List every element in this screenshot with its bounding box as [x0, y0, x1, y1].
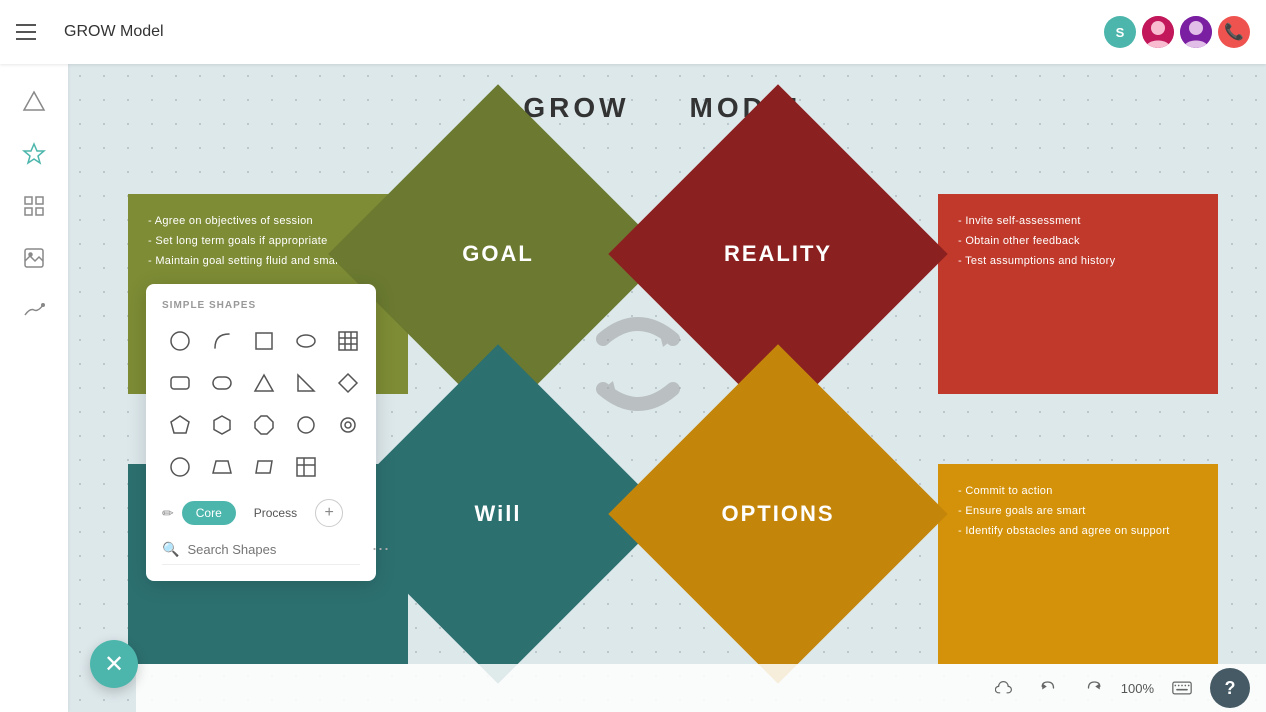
- tab-process[interactable]: Process: [240, 501, 311, 525]
- shapes-tabs: ✏ Core Process +: [162, 499, 360, 527]
- tab-draw-icon: ✏: [162, 505, 174, 522]
- shape-circle[interactable]: [162, 323, 198, 359]
- keyboard-button[interactable]: [1166, 672, 1198, 704]
- shapes-search: 🔍 ⋯: [162, 539, 360, 565]
- topbar: GROW Model S 📞: [0, 0, 1266, 64]
- shapes-panel: SIMPLE SHAPES: [146, 284, 376, 581]
- shape-parallelogram[interactable]: [246, 449, 282, 485]
- avatar-b[interactable]: [1180, 16, 1212, 48]
- shape-square[interactable]: [246, 323, 282, 359]
- draw-tool[interactable]: [12, 288, 56, 332]
- bottom-bar: 100% ?: [136, 664, 1266, 712]
- call-button[interactable]: 📞: [1218, 16, 1250, 48]
- redo-button[interactable]: [1077, 672, 1109, 704]
- options-content-card: - Commit to action - Ensure goals are sm…: [938, 464, 1218, 664]
- collaborators: S 📞: [1104, 16, 1250, 48]
- shape-hexagon[interactable]: [204, 407, 240, 443]
- shape-grid[interactable]: [288, 449, 324, 485]
- will-diamond[interactable]: Will: [378, 394, 618, 634]
- cloud-save-button[interactable]: [989, 672, 1021, 704]
- shape-circle3[interactable]: [330, 407, 366, 443]
- star-tool[interactable]: [12, 132, 56, 176]
- shape-circle4[interactable]: [162, 449, 198, 485]
- avatar-a[interactable]: [1142, 16, 1174, 48]
- shape-triangle[interactable]: [246, 365, 282, 401]
- shapes-tool[interactable]: [12, 80, 56, 124]
- shape-arc[interactable]: [204, 323, 240, 359]
- shape-pentagon[interactable]: [162, 407, 198, 443]
- zoom-level: 100%: [1121, 681, 1154, 696]
- options-line-1: - Commit to action: [958, 482, 1198, 502]
- add-tab-button[interactable]: +: [315, 499, 343, 527]
- avatar-s[interactable]: S: [1104, 16, 1136, 48]
- shapes-grid: [162, 323, 360, 485]
- shape-circle2[interactable]: [288, 407, 324, 443]
- shape-octagon[interactable]: [246, 407, 282, 443]
- left-sidebar: [0, 64, 68, 712]
- reality-content-card: - Invite self-assessment - Obtain other …: [938, 194, 1218, 394]
- canvas[interactable]: GROW MODEL - Agree on objectives of sess…: [68, 64, 1266, 712]
- image-tool[interactable]: [12, 236, 56, 280]
- menu-button[interactable]: [16, 16, 48, 48]
- document-title: GROW Model: [64, 23, 164, 41]
- options-diamond[interactable]: OPTIONS: [658, 394, 898, 634]
- options-line-2: - Ensure goals are smart: [958, 502, 1198, 522]
- shape-rounded-rect2[interactable]: [204, 365, 240, 401]
- shape-ellipse[interactable]: [288, 323, 324, 359]
- reality-line-2: - Obtain other feedback: [958, 232, 1198, 252]
- shape-diamond[interactable]: [330, 365, 366, 401]
- shape-trapezoid[interactable]: [204, 449, 240, 485]
- close-panel-button[interactable]: ✕: [90, 640, 138, 688]
- tab-core[interactable]: Core: [182, 501, 236, 525]
- reality-line-1: - Invite self-assessment: [958, 212, 1198, 232]
- shape-rounded-rect[interactable]: [162, 365, 198, 401]
- search-icon: 🔍: [162, 541, 179, 558]
- search-more-icon[interactable]: ⋯: [371, 539, 389, 560]
- help-button[interactable]: ?: [1210, 668, 1250, 708]
- shape-table[interactable]: [330, 323, 366, 359]
- shapes-panel-title: SIMPLE SHAPES: [162, 300, 360, 311]
- reality-line-3: - Test assumptions and history: [958, 252, 1198, 272]
- search-input[interactable]: [187, 542, 363, 557]
- options-line-3: - Identify obstacles and agree on suppor…: [958, 522, 1198, 542]
- grid-tool[interactable]: [12, 184, 56, 228]
- undo-button[interactable]: [1033, 672, 1065, 704]
- shape-right-triangle[interactable]: [288, 365, 324, 401]
